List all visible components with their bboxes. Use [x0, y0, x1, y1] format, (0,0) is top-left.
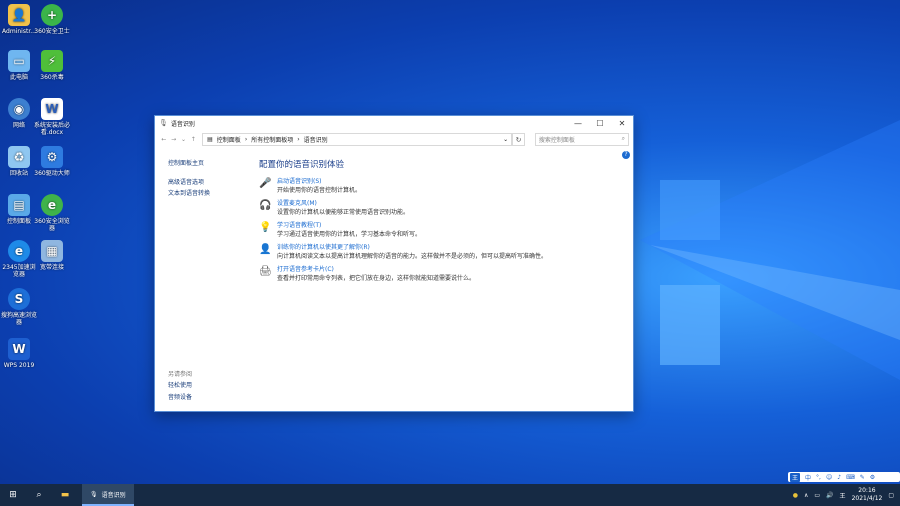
- search-icon[interactable]: ⌕: [26, 484, 52, 506]
- file-explorer-icon[interactable]: ▬: [52, 484, 78, 506]
- tray-360-icon[interactable]: ●: [793, 492, 798, 499]
- clock[interactable]: 20:16 2021/4/12: [852, 487, 883, 503]
- left-link-tts[interactable]: 文本到语音转换: [168, 188, 248, 200]
- printer-icon: 🖨: [259, 266, 272, 277]
- network-icon: ◉: [8, 98, 30, 120]
- forward-arrow-icon[interactable]: →: [169, 136, 179, 143]
- settings-icon[interactable]: ⚙: [870, 474, 875, 481]
- ime-logo-icon[interactable]: 王: [790, 472, 801, 482]
- breadcrumb-item[interactable]: 所有控制面板项: [251, 135, 293, 144]
- tray-network-icon[interactable]: ▭: [814, 492, 820, 499]
- recycle-bin-icon: ♻: [8, 146, 30, 168]
- broadband-icon: ▦: [41, 240, 63, 262]
- desktop-icon-360safe[interactable]: +360安全卫士: [33, 4, 71, 35]
- desktop-icon-360browser[interactable]: e 360安全浏览器: [33, 194, 71, 232]
- user-folder-icon: 👤: [8, 4, 30, 26]
- sogou-browser-icon: S: [8, 288, 30, 310]
- list-item: 🖨 打开语音参考卡片(C) 查看并打印常用命令列表，把它们放在身边，这样你就能知道…: [259, 266, 476, 282]
- headset-icon: 🎧: [259, 200, 272, 211]
- taskbar: ⊞ ⌕ ▬ 🎙 语音识别 ● ∧ ▭ 🔊 王 20:16 2021/4/12 ▢: [0, 484, 900, 506]
- train-link[interactable]: 训练你的计算机以使其更了解你(R): [277, 244, 547, 253]
- lightbulb-icon: 💡: [259, 222, 272, 233]
- desktop-icon-360driver[interactable]: ⚙ 360驱动大师: [33, 146, 71, 177]
- desktop-icon-broadband[interactable]: ▦ 宽带连接: [33, 240, 71, 271]
- help-icon[interactable]: ?: [622, 151, 630, 159]
- tray-volume-icon[interactable]: 🔊: [826, 492, 833, 499]
- back-arrow-icon[interactable]: ←: [159, 136, 169, 143]
- desktop-icon-wps[interactable]: W WPS 2019: [0, 338, 38, 369]
- notification-icon[interactable]: ▢: [888, 492, 894, 499]
- reference-card-link[interactable]: 打开语音参考卡片(C): [277, 266, 475, 275]
- breadcrumb-item[interactable]: 语音识别: [304, 135, 328, 144]
- list-item: 🎧 设置麦克风(M) 设置你的计算机以便能够正常使用语音识别功能。: [259, 200, 410, 216]
- skin-icon[interactable]: ✎: [860, 474, 865, 481]
- see-also-ease-of-access[interactable]: 轻松使用: [168, 380, 192, 392]
- tray-ime-icon[interactable]: 王: [840, 491, 846, 500]
- maximize-button[interactable]: ☐: [589, 119, 611, 128]
- ime-mode[interactable]: 中: [805, 473, 811, 482]
- microphone-icon: 🎤: [259, 178, 272, 189]
- desktop-icon-sogou[interactable]: S 搜狗高速浏览器: [0, 288, 38, 326]
- see-also-label: 另请参阅: [168, 370, 193, 378]
- setup-mic-link[interactable]: 设置麦克风(M): [277, 200, 409, 209]
- control-panel-icon: ▤: [8, 194, 30, 216]
- microphone-icon: 🎙: [90, 490, 98, 498]
- start-windows-icon[interactable]: ⊞: [0, 484, 26, 506]
- desktop-icon-360av[interactable]: ⚡ 360杀毒: [33, 50, 71, 81]
- address-bar: ← → ⌄ ↑ ▤ 控制面板 › 所有控制面板项 › 语音识别 ⌄ ↻ 搜索控制面板…: [155, 130, 633, 148]
- control-panel-crumb-icon: ▤: [207, 135, 213, 143]
- window-titlebar: 🎙 语音识别 — ☐ ✕: [155, 116, 633, 130]
- 360-browser-icon: e: [41, 194, 63, 216]
- 360-antivirus-icon: ⚡: [41, 50, 63, 72]
- window-title: 语音识别: [170, 120, 195, 128]
- desktop-icon-doc[interactable]: W 系统安装后必看.docx: [33, 98, 71, 136]
- microphone-icon: 🎙: [159, 119, 168, 127]
- main-pane: 配置你的语音识别体验 🎤 启动语音识别(S) 开始使用你的语音控制计算机。 🎧 设…: [259, 158, 619, 288]
- list-item: 💡 学习语音教程(T) 学习通过语音使用你的计算机，学习基本命令和听写。: [259, 222, 422, 238]
- content-area: ? 控制面板主页 高级语音选项 文本到语音转换 另请参阅 轻松使用 音频设备 配…: [155, 150, 633, 411]
- recent-chevron-icon[interactable]: ⌄: [179, 136, 189, 143]
- tray-up-chevron-icon[interactable]: ∧: [804, 492, 808, 499]
- ime-toolbar[interactable]: 王 中 °, ☺ ♪ ⌨ ✎ ⚙: [788, 472, 900, 482]
- breadcrumb-item[interactable]: 控制面板: [217, 135, 241, 144]
- refresh-button[interactable]: ↻: [512, 132, 525, 146]
- search-input[interactable]: 搜索控制面板 ⌕: [534, 132, 629, 146]
- wps-icon: W: [8, 338, 30, 360]
- close-button[interactable]: ✕: [611, 119, 633, 128]
- system-tray: ● ∧ ▭ 🔊 王 20:16 2021/4/12 ▢: [793, 487, 900, 503]
- user-voice-icon: 👤: [259, 244, 272, 255]
- left-link-advanced[interactable]: 高级语音选项: [168, 177, 248, 189]
- speech-recognition-window: 🎙 语音识别 — ☐ ✕ ← → ⌄ ↑ ▤ 控制面板 › 所有控制面板项 › 语音…: [154, 115, 634, 412]
- up-arrow-icon[interactable]: ↑: [188, 136, 198, 143]
- punctuation-icon[interactable]: °,: [816, 474, 821, 481]
- computer-icon: ▭: [8, 50, 30, 72]
- minimize-button[interactable]: —: [567, 119, 589, 128]
- breadcrumb[interactable]: ▤ 控制面板 › 所有控制面板项 › 语音识别 ⌄: [202, 132, 513, 146]
- chevron-down-icon[interactable]: ⌄: [503, 136, 508, 143]
- word-doc-icon: W: [41, 98, 63, 120]
- search-icon: ⌕: [621, 135, 625, 142]
- left-pane: 控制面板主页 高级语音选项 文本到语音转换: [168, 158, 248, 200]
- page-title: 配置你的语音识别体验: [259, 160, 345, 170]
- voice-icon[interactable]: ♪: [837, 474, 841, 481]
- list-item: 👤 训练你的计算机以使其更了解你(R) 向计算机阅读文本以提高计算机理解你的语音的…: [259, 244, 548, 260]
- tutorial-link[interactable]: 学习语音教程(T): [277, 222, 421, 231]
- taskbar-app-speech[interactable]: 🎙 语音识别: [82, 484, 134, 506]
- 360-driver-icon: ⚙: [41, 146, 63, 168]
- see-also-audio-devices[interactable]: 音频设备: [168, 392, 192, 404]
- list-item: 🎤 启动语音识别(S) 开始使用你的语音控制计算机。: [259, 178, 362, 194]
- keyboard-icon[interactable]: ⌨: [846, 474, 855, 481]
- desktop-icons: 👤 Administr... +360安全卫士 ▭ 此电脑 ⚡ 360杀毒 ◉ 网络 W…: [0, 0, 80, 480]
- 2345-browser-icon: e: [8, 240, 30, 262]
- start-speech-link[interactable]: 启动语音识别(S): [277, 178, 361, 187]
- 360-safe-icon: +: [41, 4, 63, 26]
- emoji-icon[interactable]: ☺: [826, 474, 832, 481]
- left-link-home[interactable]: 控制面板主页: [168, 158, 248, 170]
- see-also: 另请参阅 轻松使用 音频设备: [168, 369, 192, 404]
